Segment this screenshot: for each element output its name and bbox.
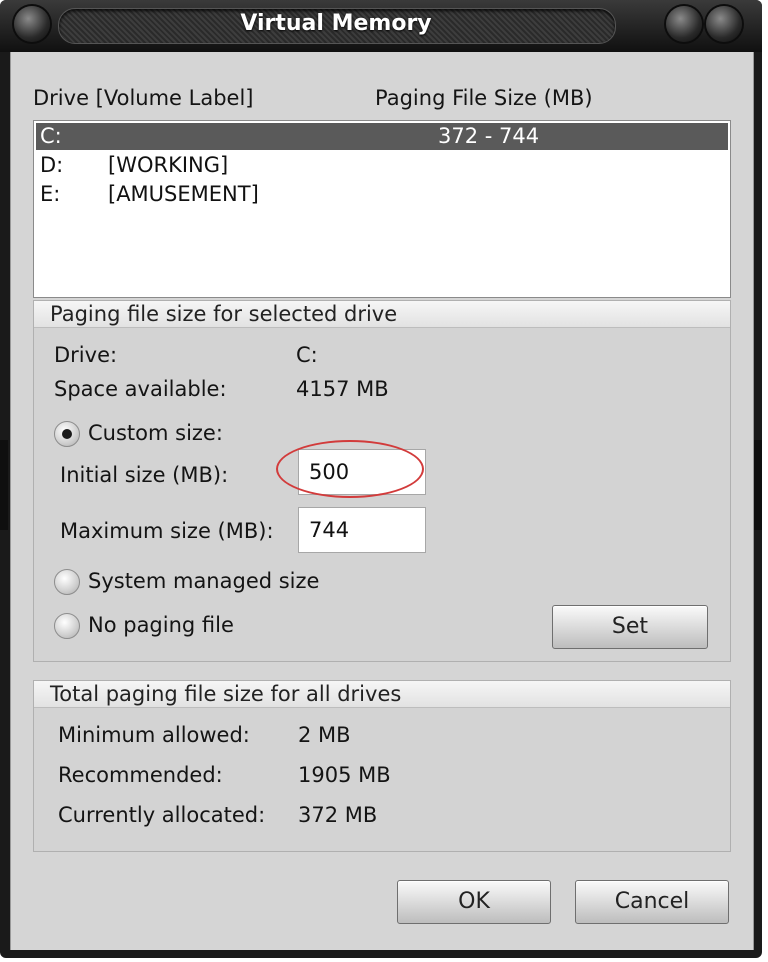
recommended-value: 1905 MB — [298, 763, 391, 787]
maximum-size-input[interactable]: 744 — [298, 507, 426, 553]
custom-size-label: Custom size: — [88, 421, 223, 445]
radio-selected-dot — [62, 429, 72, 439]
maximum-size-label: Maximum size (MB): — [60, 519, 274, 543]
initial-size-input[interactable]: 500 — [298, 449, 426, 495]
custom-size-radio[interactable] — [54, 421, 80, 447]
window-menu-orb-icon[interactable] — [14, 6, 50, 42]
drive-value: C: — [296, 343, 318, 367]
currently-allocated-label: Currently allocated: — [58, 803, 266, 827]
minimum-allowed-value: 2 MB — [298, 723, 351, 747]
size-column-header: Paging File Size (MB) — [375, 86, 593, 110]
no-paging-file-label: No paging file — [88, 613, 234, 637]
virtual-memory-window: Virtual Memory Drive [Volume Label] Pagi… — [0, 0, 762, 958]
totals-group: Total paging file size for all drives Mi… — [33, 680, 731, 852]
totals-group-title: Total paging file size for all drives — [34, 681, 730, 708]
ok-button[interactable]: OK — [397, 880, 551, 924]
currently-allocated-value: 372 MB — [298, 803, 378, 827]
volume-label: [WORKING] — [108, 153, 229, 177]
drive-letter: E: — [40, 182, 61, 206]
drive-letter: C: — [40, 124, 62, 148]
drive-row[interactable]: D: [WORKING] — [36, 152, 728, 179]
space-available-label: Space available: — [54, 377, 227, 401]
right-frame-grip — [754, 440, 762, 530]
system-managed-radio[interactable] — [54, 569, 80, 595]
drive-listbox[interactable]: C: 372 - 744 D: [WORKING] E: [AMUSEMENT] — [33, 120, 731, 298]
drive-column-header: Drive [Volume Label] — [33, 86, 254, 110]
close-orb-icon[interactable] — [706, 6, 742, 42]
drive-letter: D: — [40, 153, 64, 177]
recommended-label: Recommended: — [58, 763, 223, 787]
space-available-value: 4157 MB — [296, 377, 389, 401]
initial-size-label: Initial size (MB): — [60, 463, 229, 487]
drive-row[interactable]: C: 372 - 744 — [36, 123, 728, 150]
minimize-orb-icon[interactable] — [666, 6, 702, 42]
system-managed-label: System managed size — [88, 569, 320, 593]
set-button[interactable]: Set — [552, 605, 708, 649]
dialog-client-area: Drive [Volume Label] Paging File Size (M… — [10, 52, 754, 950]
drive-label: Drive: — [54, 343, 118, 367]
cancel-button[interactable]: Cancel — [575, 880, 729, 924]
title-bar[interactable]: Virtual Memory — [0, 0, 762, 52]
selected-drive-group: Paging file size for selected drive Driv… — [33, 300, 731, 662]
left-frame-grip — [0, 440, 8, 530]
no-paging-file-radio[interactable] — [54, 613, 80, 639]
selected-drive-group-title: Paging file size for selected drive — [34, 301, 730, 328]
volume-label: [AMUSEMENT] — [108, 182, 259, 206]
drive-row[interactable]: E: [AMUSEMENT] — [36, 181, 728, 208]
minimum-allowed-label: Minimum allowed: — [58, 723, 250, 747]
paging-size: 372 - 744 — [438, 124, 540, 148]
window-title: Virtual Memory — [240, 11, 432, 36]
